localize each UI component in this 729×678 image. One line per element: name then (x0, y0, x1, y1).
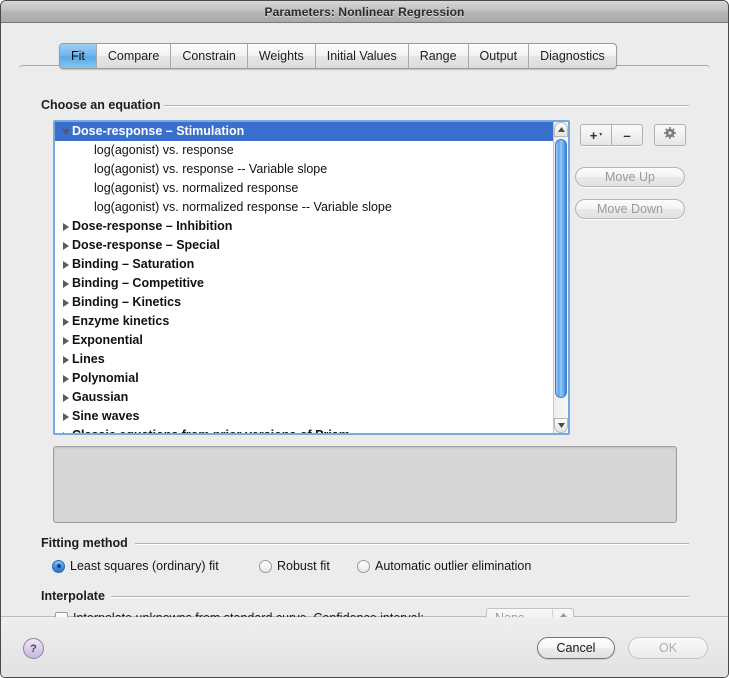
disclosure-triangle-closed-icon[interactable] (59, 279, 72, 288)
equation-list-item[interactable]: log(agonist) vs. normalized response (55, 179, 553, 198)
radio-automatic-outlier-elimination-label: Automatic outlier elimination (375, 559, 532, 573)
equation-list-item[interactable]: log(agonist) vs. normalized response -- … (55, 198, 553, 217)
disclosure-triangle-closed-icon[interactable] (59, 393, 72, 402)
equation-category-row[interactable]: Dose-response – Stimulation (55, 122, 553, 141)
radio-least-squares[interactable]: Least squares (ordinary) fit (52, 559, 219, 573)
equation-category-row[interactable]: Sine waves (55, 407, 553, 426)
radio-robust-fit[interactable]: Robust fit (259, 559, 330, 573)
equation-list-item-label: Sine waves (72, 409, 140, 423)
equation-list-item[interactable]: log(agonist) vs. response -- Variable sl… (55, 160, 553, 179)
equation-list-item-label: Enzyme kinetics (72, 314, 170, 328)
window-title: Parameters: Nonlinear Regression (264, 4, 465, 19)
scrollbar-thumb[interactable] (555, 139, 567, 398)
disclosure-triangle-closed-icon[interactable] (59, 431, 72, 433)
equation-list-item-label: Lines (72, 352, 105, 366)
interpolate-label: Interpolate (41, 589, 105, 603)
disclosure-triangle-closed-icon[interactable] (59, 355, 72, 364)
disclosure-triangle-closed-icon[interactable] (59, 241, 72, 250)
add-equation-button[interactable]: + ▾ (581, 125, 612, 145)
equation-list-scrollbar[interactable] (553, 122, 568, 433)
equation-list-item-label: Binding – Kinetics (72, 295, 182, 309)
disclosure-triangle-closed-icon[interactable] (59, 222, 72, 231)
title-bar: Parameters: Nonlinear Regression (1, 1, 728, 23)
minus-icon: – (623, 127, 631, 143)
scroll-down-arrow-icon[interactable] (554, 418, 568, 433)
tab-initial-values[interactable]: Initial Values (316, 44, 409, 68)
equation-category-row[interactable]: Dose-response – Inhibition (55, 217, 553, 236)
equation-list-item-label: Binding – Saturation (72, 257, 195, 271)
equation-list-rows[interactable]: Dose-response – Stimulation log(agonist) … (55, 122, 553, 433)
equation-category-row[interactable]: Binding – Kinetics (55, 293, 553, 312)
equation-category-row[interactable]: Classic equations from prior versions of… (55, 426, 553, 433)
tab-weights[interactable]: Weights (248, 44, 316, 68)
equation-list-item-label: Binding – Competitive (72, 276, 204, 290)
scroll-up-arrow-icon[interactable] (554, 122, 568, 137)
tab-compare[interactable]: Compare (97, 44, 172, 68)
equation-list-item-label: Dose-response – Special (72, 238, 220, 252)
radio-automatic-outlier-elimination[interactable]: Automatic outlier elimination (357, 559, 531, 573)
equation-category-row[interactable]: Binding – Competitive (55, 274, 553, 293)
tab-fit[interactable]: Fit (60, 44, 97, 68)
equation-category-row[interactable]: Enzyme kinetics (55, 312, 553, 331)
tab-constrain[interactable]: Constrain (171, 44, 248, 68)
disclosure-triangle-closed-icon[interactable] (59, 317, 72, 326)
equation-list-item-label: Exponential (72, 333, 143, 347)
remove-equation-button[interactable]: – (612, 125, 642, 145)
radio-least-squares-label: Least squares (ordinary) fit (70, 559, 219, 573)
equation-category-row[interactable]: Lines (55, 350, 553, 369)
radio-least-squares-indicator[interactable] (52, 559, 65, 573)
cancel-button[interactable]: Cancel (537, 637, 615, 659)
equation-category-row[interactable]: Exponential (55, 331, 553, 350)
interpolate-rule (111, 596, 689, 598)
equation-list-item-label: Dose-response – Inhibition (72, 219, 233, 233)
tab-list: Fit Compare Constrain Weights Initial Values… (59, 43, 617, 69)
equation-list-item-label: log(agonist) vs. normalized response (94, 181, 299, 195)
disclosure-triangle-closed-icon[interactable] (59, 298, 72, 307)
add-icon: + (589, 127, 598, 143)
dialog-footer: ? Cancel OK (1, 617, 728, 677)
ok-button[interactable]: OK (628, 637, 708, 659)
fitting-method-rule (135, 543, 689, 545)
equation-list-item-label: log(agonist) vs. normalized response -- … (94, 200, 392, 214)
disclosure-triangle-closed-icon[interactable] (59, 336, 72, 345)
disclosure-triangle-closed-icon[interactable] (59, 374, 72, 383)
equation-list-item-label: log(agonist) vs. response -- Variable sl… (94, 162, 328, 176)
choose-equation-label: Choose an equation (41, 98, 161, 112)
equation-list-item[interactable]: log(agonist) vs. response (55, 141, 553, 160)
disclosure-triangle-closed-icon[interactable] (59, 260, 72, 269)
radio-robust-fit-indicator[interactable] (259, 559, 272, 573)
tab-bar: Fit Compare Constrain Weights Initial Values… (19, 43, 710, 89)
settings-button[interactable] (654, 124, 686, 146)
radio-automatic-outlier-elimination-indicator[interactable] (357, 559, 370, 573)
tab-diagnostics[interactable]: Diagnostics (529, 44, 616, 68)
equation-list-item-label: log(agonist) vs. response (94, 143, 234, 157)
equation-category-row[interactable]: Polynomial (55, 369, 553, 388)
equation-list-item-label: Classic equations from prior versions of… (72, 426, 350, 433)
equation-list[interactable]: Dose-response – Stimulation log(agonist) … (53, 120, 570, 435)
equation-list-item-label: Polynomial (72, 371, 139, 385)
disclosure-triangle-open-icon[interactable] (59, 128, 72, 135)
disclosure-triangle-closed-icon[interactable] (59, 412, 72, 421)
chevron-down-icon: ▾ (599, 132, 603, 138)
equation-list-item-label: Dose-response – Stimulation (72, 124, 245, 138)
equation-category-row[interactable]: Dose-response – Special (55, 236, 553, 255)
equation-category-row[interactable]: Binding – Saturation (55, 255, 553, 274)
equation-description-box (53, 446, 677, 523)
choose-equation-rule (164, 105, 689, 107)
equation-category-row[interactable]: Gaussian (55, 388, 553, 407)
dialog-content: Fit Compare Constrain Weights Initial Values… (1, 23, 728, 628)
dialog-window: Parameters: Nonlinear Regression Fit Comp… (0, 0, 729, 678)
equation-list-item-label: Gaussian (72, 390, 129, 404)
move-down-button[interactable]: Move Down (575, 199, 685, 219)
fitting-method-label: Fitting method (41, 536, 128, 550)
tab-range[interactable]: Range (409, 44, 469, 68)
gear-icon (664, 126, 676, 144)
help-button[interactable]: ? (23, 638, 44, 659)
add-remove-segmented-control[interactable]: + ▾ – (580, 124, 643, 146)
tab-output[interactable]: Output (469, 44, 530, 68)
move-up-button[interactable]: Move Up (575, 167, 685, 187)
radio-robust-fit-label: Robust fit (277, 559, 330, 573)
